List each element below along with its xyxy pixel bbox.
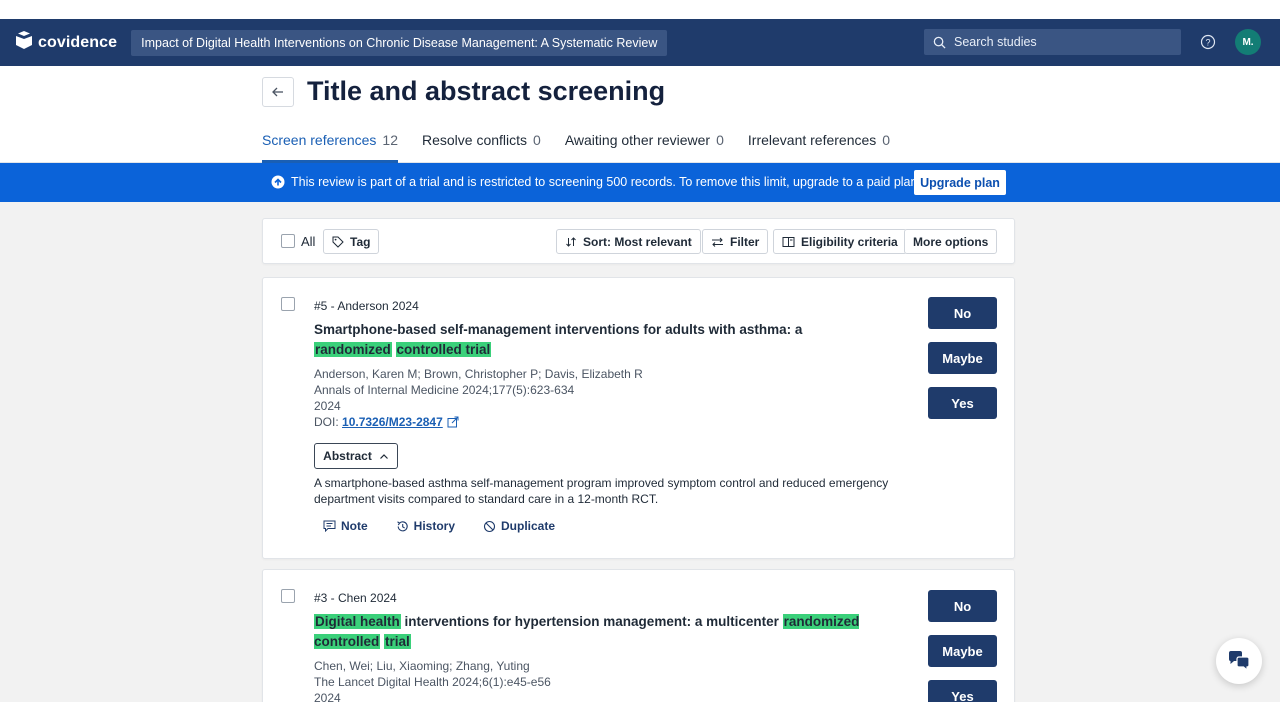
reference-id: #5 - Anderson 2024 — [314, 299, 419, 313]
filter-label: Filter — [730, 234, 760, 249]
reference-card: #5 - Anderson 2024 Smartphone-based self… — [262, 277, 1015, 559]
tab-label: Irrelevant references — [747, 132, 877, 148]
trial-banner: This review is part of a trial and is re… — [0, 163, 1280, 202]
logo[interactable]: covidence — [14, 30, 117, 55]
tag-label: Tag — [350, 234, 371, 249]
reference-authors: Chen, Wei; Liu, Xiaoming; Zhang, Yuting — [314, 659, 530, 673]
book-icon — [782, 236, 801, 248]
reference-checkbox[interactable] — [281, 589, 295, 603]
reference-card: #3 - Chen 2024 Digital health interventi… — [262, 569, 1015, 720]
banner-text: This review is part of a trial and is re… — [291, 175, 921, 189]
reference-checkbox[interactable] — [281, 297, 295, 311]
screening-toolbar: All Tag Sort: Most relevant Filter Eligi… — [262, 218, 1015, 264]
duplicate-label: Duplicate — [501, 519, 556, 533]
covidence-logo-icon — [14, 30, 34, 55]
more-options-label: More options — [913, 234, 989, 249]
reference-title[interactable]: Digital health interventions for hyperte… — [314, 612, 904, 651]
select-all-label: All — [301, 234, 316, 249]
abstract-toggle-button[interactable]: Abstract — [314, 443, 398, 469]
highlighted-keyword: randomized — [314, 341, 392, 357]
highlighted-keyword: Digital health — [314, 614, 401, 629]
svg-text:?: ? — [1205, 38, 1210, 48]
top-navbar: covidence Impact of Digital Health Inter… — [0, 19, 1280, 66]
eligibility-label: Eligibility criteria — [801, 234, 898, 249]
note-label: Note — [341, 519, 368, 533]
tab-label: Resolve conflicts — [421, 132, 528, 148]
history-button[interactable]: History — [396, 519, 455, 533]
tab-label: Awaiting other reviewer — [564, 132, 711, 148]
review-title[interactable]: Impact of Digital Health Interventions o… — [131, 29, 668, 56]
bottom-strip — [0, 702, 1280, 720]
search-placeholder: Search studies — [954, 35, 1037, 49]
help-icon[interactable]: ? — [1200, 34, 1216, 55]
upgrade-plan-button[interactable]: Upgrade plan — [914, 170, 1006, 195]
abstract-text: A smartphone-based asthma self-managemen… — [314, 476, 889, 506]
title-text: interventions for hypertension managemen… — [400, 614, 783, 629]
tab-resolve-conflicts[interactable]: Resolve conflicts 0 — [422, 132, 541, 163]
sort-button[interactable]: Sort: Most relevant — [556, 229, 701, 254]
tab-irrelevant-references[interactable]: Irrelevant references 0 — [748, 132, 890, 163]
reference-journal: Annals of Internal Medicine 2024;177(5):… — [314, 383, 575, 397]
duplicate-button[interactable]: Duplicate — [483, 519, 555, 533]
sort-label: Sort: Most relevant — [583, 234, 692, 249]
tab-label: Screen references — [262, 132, 377, 148]
no-button[interactable]: No — [928, 590, 997, 622]
tab-count: 0 — [533, 132, 541, 148]
reference-actions: Note History Duplicate — [323, 519, 583, 533]
reference-year: 2024 — [314, 399, 341, 413]
doi-prefix: DOI: — [314, 415, 343, 429]
upgrade-arrow-icon — [271, 175, 285, 194]
search-icon — [933, 36, 946, 49]
reference-doi: DOI: 10.7326/M23-2847 — [314, 414, 459, 430]
filter-icon — [711, 236, 730, 248]
maybe-button[interactable]: Maybe — [928, 342, 997, 374]
tab-count: 0 — [716, 132, 724, 148]
note-button[interactable]: Note — [323, 519, 368, 533]
screening-tabs: Screen references 12 Resolve conflicts 0… — [262, 132, 914, 163]
reference-journal: The Lancet Digital Health 2024;6(1):e45-… — [314, 675, 551, 689]
title-text: Smartphone-based self-management interve… — [314, 322, 803, 337]
external-link-icon[interactable] — [447, 416, 459, 428]
filter-button[interactable]: Filter — [702, 229, 769, 254]
reference-authors: Anderson, Karen M; Brown, Christopher P;… — [314, 367, 643, 381]
highlighted-keyword: controlled trial — [395, 341, 492, 357]
search-input[interactable]: Search studies — [924, 29, 1181, 55]
maybe-button[interactable]: Maybe — [928, 635, 997, 667]
tab-screen-references[interactable]: Screen references 12 — [262, 132, 398, 163]
more-options-button[interactable]: More options — [904, 229, 998, 254]
sort-icon — [565, 236, 583, 248]
user-avatar[interactable]: M. — [1235, 29, 1261, 55]
page-title: Title and abstract screening — [307, 76, 666, 106]
tag-icon — [332, 236, 350, 248]
no-button[interactable]: No — [928, 297, 997, 329]
eligibility-criteria-button[interactable]: Eligibility criteria — [773, 229, 907, 254]
history-icon — [396, 520, 414, 533]
chat-bubbles-icon — [1227, 650, 1251, 672]
top-strip — [0, 0, 1280, 19]
prohibited-icon — [483, 520, 501, 533]
abstract-label: Abstract — [323, 449, 372, 463]
reference-title[interactable]: Smartphone-based self-management interve… — [314, 320, 874, 359]
note-icon — [323, 520, 341, 532]
tab-count: 12 — [382, 132, 398, 148]
logo-text: covidence — [38, 33, 118, 51]
page-header: Title and abstract screening Screen refe… — [0, 66, 1280, 163]
chevron-up-icon — [379, 453, 389, 460]
reference-id: #3 - Chen 2024 — [314, 591, 397, 605]
tag-button[interactable]: Tag — [323, 229, 380, 254]
chat-support-button[interactable] — [1216, 638, 1262, 684]
select-all-checkbox[interactable] — [281, 234, 295, 248]
history-label: History — [413, 519, 456, 533]
doi-link[interactable]: 10.7326/M23-2847 — [342, 414, 443, 430]
tab-count: 0 — [882, 132, 891, 148]
tab-awaiting-other-reviewer[interactable]: Awaiting other reviewer 0 — [565, 132, 724, 163]
back-button[interactable] — [262, 77, 294, 107]
title-text — [392, 342, 396, 357]
arrow-left-icon — [271, 85, 285, 99]
highlighted-keyword: trial — [384, 633, 411, 649]
yes-button[interactable]: Yes — [928, 387, 997, 419]
